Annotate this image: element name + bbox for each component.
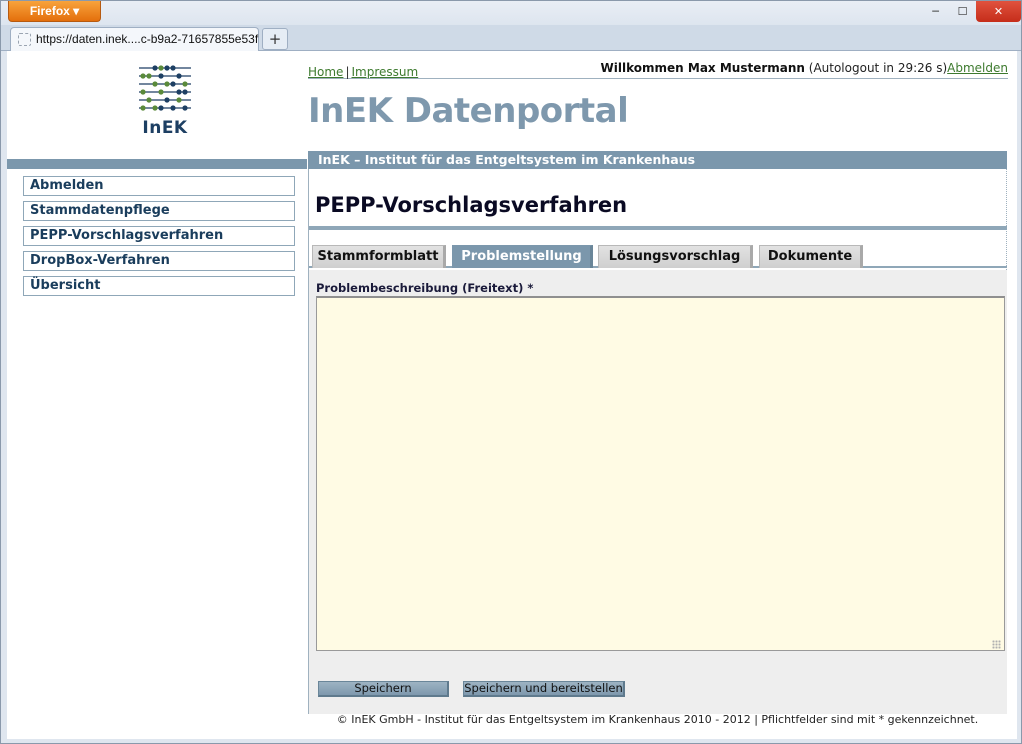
- logo-text: InEK: [142, 118, 188, 138]
- browser-tab-title: https://daten.inek....c-b9a2-71657855e53…: [36, 32, 259, 46]
- maximize-icon[interactable]: ☐: [949, 1, 976, 22]
- page-title: PEPP-Vorschlagsverfahren: [315, 193, 628, 217]
- sidebar-item-uebersicht[interactable]: Übersicht: [23, 276, 295, 296]
- problem-description-textarea[interactable]: [316, 296, 1005, 651]
- firefox-menu-button[interactable]: Firefox ▾: [8, 1, 101, 22]
- save-and-publish-button[interactable]: Speichern und bereitstellen: [463, 681, 625, 697]
- browser-tabbar: https://daten.inek....c-b9a2-71657855e53…: [1, 25, 1021, 51]
- home-link[interactable]: Home: [308, 65, 343, 79]
- portal-title: InEK Datenportal: [308, 91, 629, 131]
- sidebar-band: [7, 159, 307, 169]
- form-area: Problembeschreibung (Freitext) * Speiche…: [309, 270, 1007, 714]
- welcome-text: Willkommen Max Mustermann (Autologout in…: [601, 61, 1008, 75]
- sidebar-item-abmelden[interactable]: Abmelden: [23, 176, 295, 196]
- save-button[interactable]: Speichern: [318, 681, 449, 697]
- sidebar-item-pepp-vorschlagsverfahren[interactable]: PEPP-Vorschlagsverfahren: [23, 226, 295, 246]
- tab-stammformblatt[interactable]: Stammformblatt: [312, 245, 446, 268]
- page-favicon-icon: [18, 33, 31, 46]
- browser-window: Firefox ▾ ─ ☐ ✕ https://daten.inek....c-…: [0, 0, 1022, 744]
- inek-logo-mark-icon: [139, 65, 191, 111]
- welcome-name: Willkommen Max Mustermann: [600, 61, 805, 75]
- browser-tab[interactable]: https://daten.inek....c-b9a2-71657855e53…: [10, 27, 259, 51]
- sidebar-item-dropbox-verfahren[interactable]: DropBox-Verfahren: [23, 251, 295, 271]
- sidebar-item-stammdatenpflege[interactable]: Stammdatenpflege: [23, 201, 295, 221]
- autologout-timer: (Autologout in 29:26 s): [804, 61, 948, 75]
- top-links-bar: Home | Impressum Willkommen Max Mustermann…: [308, 61, 1008, 79]
- tab-problemstellung[interactable]: Problemstellung: [452, 245, 593, 268]
- content-tabs: Stammformblatt Problemstellung Lösungsvo…: [309, 230, 1007, 268]
- titlebar: Firefox ▾ ─ ☐ ✕: [1, 1, 1021, 25]
- problem-description-label: Problembeschreibung (Freitext) *: [316, 281, 534, 295]
- main-panel: PEPP-Vorschlagsverfahren Stammformblatt …: [308, 169, 1007, 714]
- page-viewport: InEK Abmelden Stammdatenpflege PEPP-Vors…: [7, 51, 1017, 739]
- resize-grip-icon[interactable]: [992, 640, 1001, 649]
- institute-band: InEK – Institut für das Entgeltsystem im…: [308, 151, 1007, 169]
- footer-text: © InEK GmbH - Institut für das Entgeltsy…: [336, 713, 979, 726]
- close-window-icon[interactable]: ✕: [976, 1, 1021, 22]
- inek-logo[interactable]: InEK: [135, 62, 195, 142]
- minimize-icon[interactable]: ─: [922, 1, 949, 22]
- tab-loesungsvorschlag[interactable]: Lösungsvorschlag: [598, 245, 753, 268]
- sidebar-nav: Abmelden Stammdatenpflege PEPP-Vorschlag…: [23, 176, 295, 301]
- logout-link[interactable]: Abmelden: [947, 61, 1008, 75]
- new-tab-button[interactable]: +: [262, 28, 288, 50]
- window-controls: ─ ☐ ✕: [922, 1, 1021, 22]
- impressum-link[interactable]: Impressum: [351, 65, 418, 79]
- tab-dokumente[interactable]: Dokumente: [759, 245, 863, 268]
